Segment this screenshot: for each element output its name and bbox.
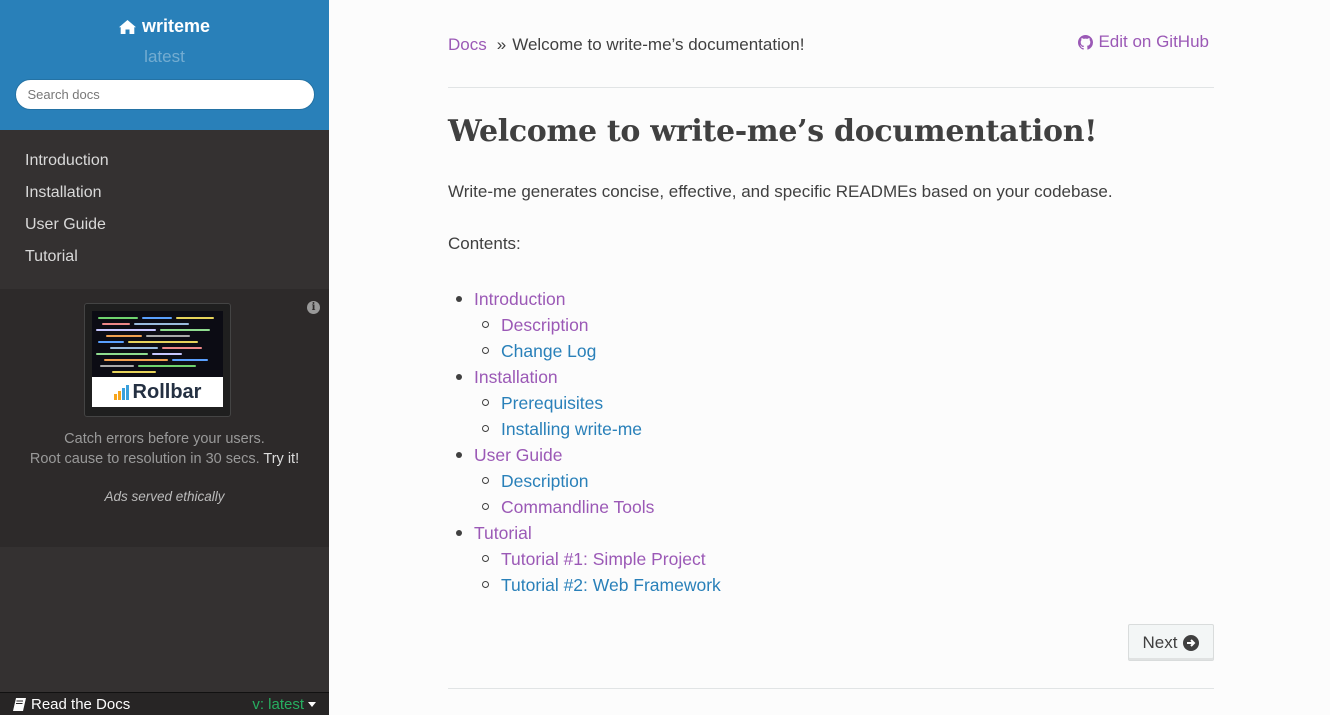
ad-image[interactable]: Rollbar	[84, 303, 231, 417]
ad-line2: Root cause to resolution in 30 secs.	[29, 450, 260, 467]
toc-link-change-log[interactable]: Change Log	[501, 341, 596, 361]
breadcrumb: Docs » Welcome to write-me’s documentati…	[448, 32, 1214, 55]
toc-link-commandline-tools[interactable]: Commandline Tools	[501, 497, 654, 517]
toc-sublist: Description Change Log	[474, 312, 721, 364]
toc-link-tutorial-1[interactable]: Tutorial #1: Simple Project	[501, 549, 706, 569]
rollbar-bars-icon	[113, 384, 129, 400]
toc-item: Installation Prerequisites Installing wr…	[448, 364, 721, 442]
toc-sublist: Prerequisites Installing write-me	[474, 390, 721, 442]
brand-name: writeme	[141, 16, 211, 36]
sidebar-item-introduction[interactable]: Introduction	[0, 149, 329, 181]
brand-link[interactable]: writeme	[118, 16, 211, 37]
next-button[interactable]: Next	[1128, 624, 1214, 661]
sidebar-item-tutorial[interactable]: Tutorial	[0, 245, 329, 277]
sidebar-item-user-guide[interactable]: User Guide	[0, 213, 329, 245]
sponsor-ad: i Rollbar Catch errors before your users…	[0, 289, 329, 547]
rollbar-logo: Rollbar	[92, 377, 223, 407]
toc-sublist: Description Commandline Tools	[474, 468, 721, 520]
rollbar-logo-text: Rollbar	[132, 380, 202, 403]
ad-info-icon[interactable]: i	[307, 301, 320, 314]
toc-link-installation[interactable]: Installation	[474, 367, 558, 387]
toc-link-user-guide[interactable]: User Guide	[474, 445, 563, 465]
toc-link-introduction[interactable]: Introduction	[474, 289, 565, 309]
next-label: Next	[1142, 632, 1178, 652]
toc-link-prerequisites[interactable]: Prerequisites	[501, 393, 603, 413]
contents-label: Contents:	[448, 234, 521, 253]
toc-subitem: Commandline Tools	[474, 494, 721, 520]
sidebar-header: writeme latest	[0, 0, 329, 130]
breadcrumb-current: Welcome to write-me’s documentation!	[512, 35, 805, 54]
toc-subitem: Prerequisites	[474, 390, 721, 416]
toc-subitem: Tutorial #2: Web Framework	[474, 572, 721, 598]
arrow-circle-right-icon	[1183, 634, 1200, 651]
toc-subitem: Tutorial #1: Simple Project	[474, 546, 721, 572]
ads-ethical-link[interactable]: Ads served ethically	[0, 489, 329, 504]
breadcrumb-separator: »	[496, 35, 507, 54]
top-divider	[448, 87, 1214, 88]
ad-line1: Catch errors before your users.	[64, 431, 265, 447]
sidebar-item-installation[interactable]: Installation	[0, 181, 329, 213]
ad-cta[interactable]: Try it!	[263, 451, 299, 467]
version-label: latest	[144, 46, 185, 66]
ad-line2-wrap: Root cause to resolution in 30 secs. Try…	[0, 450, 329, 470]
toc-list: Introduction Description Change Log Inst…	[448, 286, 721, 598]
page-title: Welcome to write-me’s documentation!	[448, 114, 1098, 149]
toc-link-installing-write-me[interactable]: Installing write-me	[501, 419, 642, 439]
edit-on-github-label: Edit on GitHub	[1098, 32, 1209, 51]
search-input[interactable]	[14, 78, 315, 110]
toc-item: Introduction Description Change Log	[448, 286, 721, 364]
rtd-version-bar[interactable]: Read the Docs v: latest	[0, 692, 329, 715]
toc-item: User Guide Description Commandline Tools	[448, 442, 721, 520]
toc-sublist: Tutorial #1: Simple Project Tutorial #2:…	[474, 546, 721, 598]
rtd-label: Read the Docs	[31, 695, 131, 713]
home-icon	[118, 19, 136, 34]
toc-link-user-guide-description[interactable]: Description	[501, 471, 589, 491]
breadcrumb-docs-link[interactable]: Docs	[448, 35, 487, 55]
ad-code-screenshot	[92, 311, 223, 377]
toc-subitem: Change Log	[474, 338, 721, 364]
ad-text[interactable]: Catch errors before your users. Root cau…	[0, 430, 329, 469]
toc-subitem: Description	[474, 468, 721, 494]
rtd-version-label: v: latest	[252, 695, 304, 713]
toc-link-tutorial-2[interactable]: Tutorial #2: Web Framework	[501, 575, 721, 595]
rtd-label-wrap: Read the Docs	[13, 696, 130, 713]
caret-down-icon	[308, 701, 316, 707]
book-icon	[13, 697, 26, 711]
toc-link-introduction-description[interactable]: Description	[501, 315, 589, 335]
sidebar: writeme latest Introduction Installation…	[0, 0, 329, 715]
edit-on-github-link[interactable]: Edit on GitHub	[1078, 32, 1209, 52]
rtd-version-toggle[interactable]: v: latest	[252, 696, 316, 713]
toc-subitem: Description	[474, 312, 721, 338]
sidebar-nav: Introduction Installation User Guide Tut…	[0, 130, 329, 277]
github-icon	[1078, 34, 1094, 50]
intro-text: Write-me generates concise, effective, a…	[448, 182, 1113, 201]
toc-link-tutorial[interactable]: Tutorial	[474, 523, 532, 543]
toc-item: Tutorial Tutorial #1: Simple Project Tut…	[448, 520, 721, 598]
bottom-divider	[448, 688, 1214, 689]
toc-subitem: Installing write-me	[474, 416, 721, 442]
